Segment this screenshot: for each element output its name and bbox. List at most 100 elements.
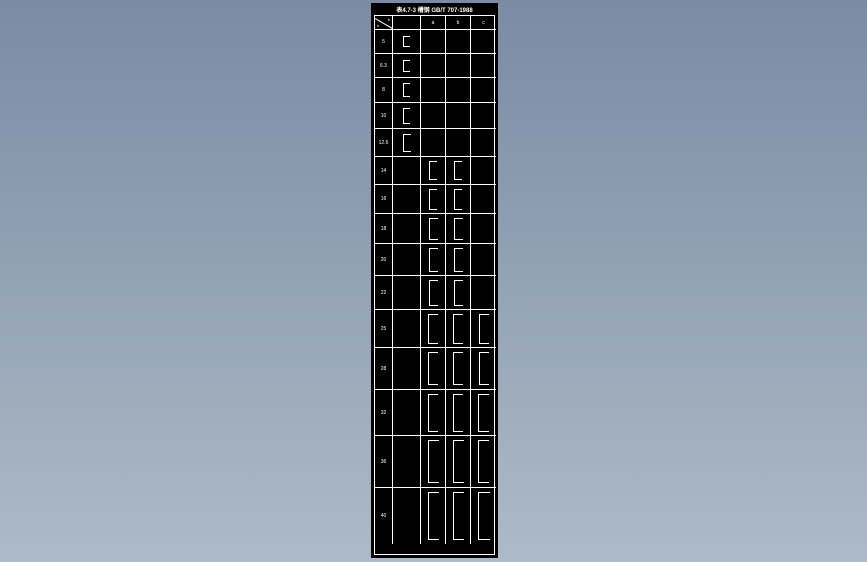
channel-profile-icon xyxy=(403,134,411,152)
channel-profile-icon xyxy=(429,161,437,180)
row-label-cell: 10 xyxy=(375,103,393,129)
row-label: 36 xyxy=(381,459,387,465)
row-label-cell: 32 xyxy=(375,390,393,436)
profile-cell xyxy=(393,30,421,54)
profile-cell xyxy=(393,103,421,129)
channel-profile-icon xyxy=(454,189,462,210)
profile-cell xyxy=(471,276,496,310)
channel-profile-icon xyxy=(453,492,464,540)
channel-steel-table: bhabc56.381012.614161820222528323640 xyxy=(374,15,495,555)
channel-profile-icon xyxy=(454,248,463,272)
profile-cell xyxy=(421,276,446,310)
row-label: 10 xyxy=(381,113,387,119)
profile-cell xyxy=(393,310,421,348)
channel-profile-icon xyxy=(403,108,410,124)
channel-profile-icon xyxy=(478,394,489,432)
channel-profile-icon xyxy=(454,280,463,306)
channel-profile-icon xyxy=(429,280,438,306)
row-label: 25 xyxy=(381,326,387,332)
profile-cell xyxy=(421,488,446,544)
channel-profile-icon xyxy=(454,218,463,240)
profile-cell xyxy=(446,185,471,214)
header-h-label: h xyxy=(377,23,379,28)
profile-cell xyxy=(446,103,471,129)
column-header-label: a xyxy=(432,20,435,26)
profile-cell xyxy=(471,185,496,214)
channel-profile-icon xyxy=(428,314,438,344)
profile-cell xyxy=(421,310,446,348)
profile-cell xyxy=(446,436,471,488)
row-label-cell: 28 xyxy=(375,348,393,390)
row-label: 5 xyxy=(382,39,385,45)
row-label: 8 xyxy=(382,87,385,93)
profile-cell xyxy=(446,129,471,157)
profile-cell xyxy=(421,30,446,54)
profile-cell xyxy=(421,244,446,276)
profile-cell xyxy=(471,54,496,78)
profile-cell xyxy=(471,244,496,276)
profile-cell xyxy=(421,78,446,103)
row-label-cell: 16 xyxy=(375,185,393,214)
channel-profile-icon xyxy=(403,83,410,97)
profile-cell xyxy=(471,488,496,544)
column-header: b xyxy=(446,16,471,30)
cad-drawing-panel: 表4.7-3 槽钢 GB/T 707-1988 bh a b c 5 6.3 8 10 12.6… xyxy=(371,3,498,558)
profile-cell xyxy=(446,30,471,54)
column-header xyxy=(393,16,421,30)
profile-cell xyxy=(446,54,471,78)
row-label-cell: 6.3 xyxy=(375,54,393,78)
row-label-cell: 22 xyxy=(375,276,393,310)
row-label: 28 xyxy=(381,366,387,372)
row-label: 32 xyxy=(381,410,387,416)
profile-cell xyxy=(393,185,421,214)
row-label-cell: 14 xyxy=(375,157,393,185)
column-header-label: c xyxy=(482,20,485,26)
column-header: c xyxy=(471,16,496,30)
row-label-cell: 18 xyxy=(375,214,393,244)
channel-profile-icon xyxy=(453,352,463,385)
channel-profile-icon xyxy=(429,218,438,240)
profile-cell xyxy=(471,214,496,244)
profile-cell xyxy=(421,185,446,214)
profile-cell xyxy=(421,436,446,488)
row-label: 20 xyxy=(381,257,387,263)
profile-cell xyxy=(393,129,421,157)
row-label: 14 xyxy=(381,168,387,174)
profile-cell xyxy=(471,157,496,185)
profile-cell xyxy=(471,30,496,54)
profile-cell xyxy=(471,129,496,157)
profile-cell xyxy=(421,129,446,157)
channel-profile-icon xyxy=(429,248,438,272)
profile-cell xyxy=(446,157,471,185)
profile-cell xyxy=(471,310,496,348)
profile-cell xyxy=(446,348,471,390)
row-label: 6.3 xyxy=(380,63,387,69)
channel-profile-icon xyxy=(478,492,490,540)
channel-profile-icon xyxy=(479,314,489,344)
drawing-title: 表4.7-3 槽钢 GB/T 707-1988 xyxy=(371,5,498,14)
profile-cell xyxy=(446,390,471,436)
profile-cell xyxy=(446,276,471,310)
channel-profile-icon xyxy=(428,352,438,385)
profile-cell xyxy=(393,244,421,276)
header-diag-cell: bh xyxy=(375,16,393,30)
row-label-cell: 25 xyxy=(375,310,393,348)
profile-cell xyxy=(421,103,446,129)
channel-profile-icon xyxy=(454,161,462,180)
profile-cell xyxy=(421,390,446,436)
row-label-cell: 20 xyxy=(375,244,393,276)
profile-cell xyxy=(393,390,421,436)
channel-profile-icon xyxy=(403,36,410,47)
row-label: 12.6 xyxy=(379,140,389,146)
row-label: 16 xyxy=(381,196,387,202)
profile-cell xyxy=(446,244,471,276)
profile-cell xyxy=(446,488,471,544)
channel-profile-icon xyxy=(453,440,464,483)
profile-cell xyxy=(471,348,496,390)
profile-cell xyxy=(393,488,421,544)
channel-profile-icon xyxy=(428,492,439,540)
channel-profile-icon xyxy=(403,60,410,72)
profile-cell xyxy=(471,78,496,103)
row-label-cell: 12.6 xyxy=(375,129,393,157)
profile-cell xyxy=(421,348,446,390)
